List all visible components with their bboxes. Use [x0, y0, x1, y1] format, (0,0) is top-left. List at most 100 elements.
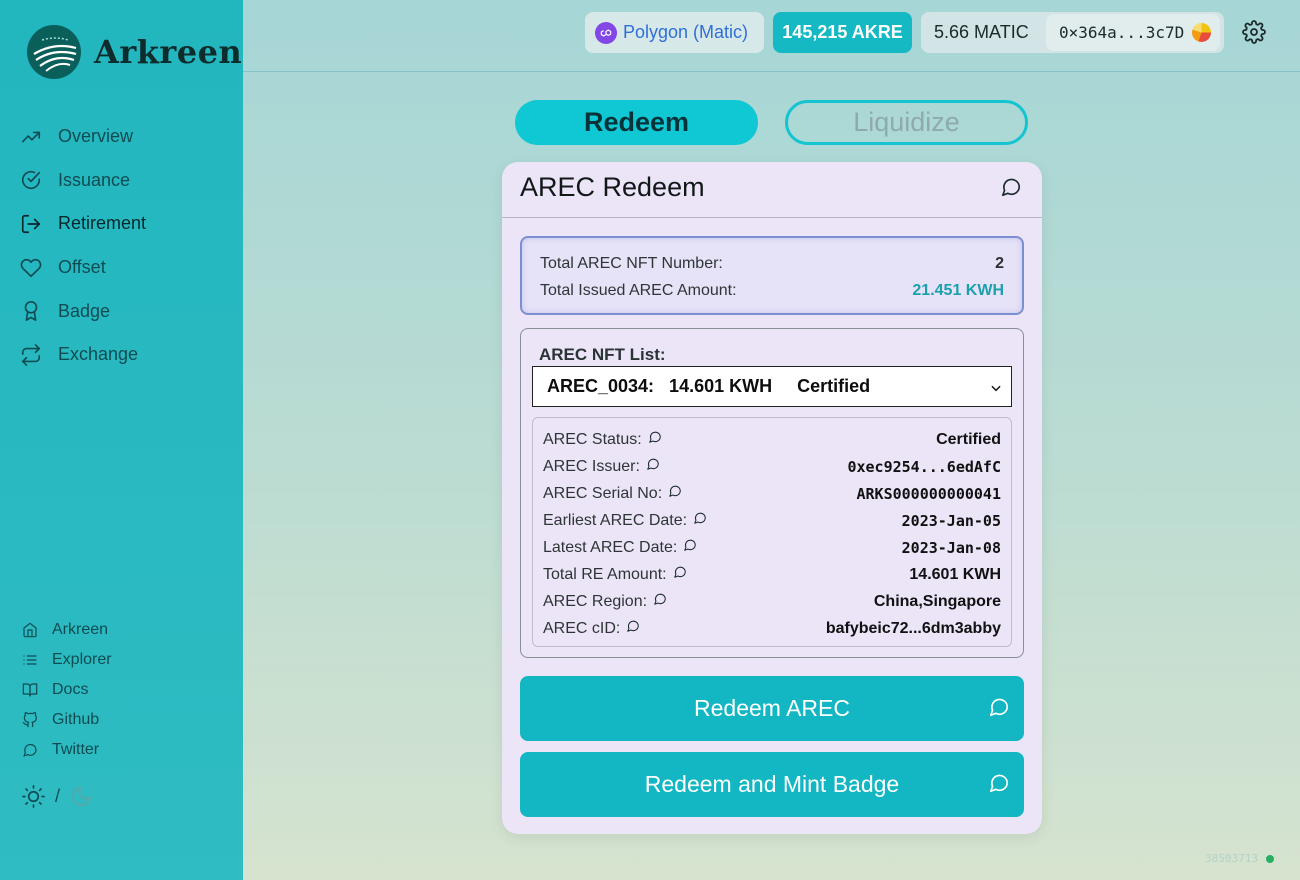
sidebar-item-label: Issuance: [58, 169, 131, 190]
arkreen-logo-icon: [27, 25, 81, 79]
arec-redeem-card: AREC Redeem Total AREC NFT Number: 2 Tot…: [502, 162, 1042, 834]
detail-value: Certified: [936, 430, 1001, 448]
check-circle-icon: [21, 171, 41, 190]
sidebar-item-label: Exchange: [58, 344, 139, 365]
home-icon: [23, 622, 37, 638]
brand-logo[interactable]: Arkreen: [26, 24, 242, 80]
nft-select-value: AREC_0034: 14.601 KWH Certified: [547, 376, 871, 396]
sidebar-item-retirement[interactable]: Retirement: [20, 202, 230, 246]
info-bubble-icon[interactable]: [653, 592, 667, 611]
link-label: Docs: [52, 681, 89, 698]
wallet-status[interactable]: 5.66 MATIC 0×364a...3c7D: [921, 12, 1224, 53]
detail-row: Earliest AREC Date: 2023-Jan-05: [543, 507, 1001, 534]
help-bubble-icon[interactable]: [988, 696, 1010, 724]
sidebar-item-issuance[interactable]: Issuance: [20, 159, 230, 203]
sidebar-item-label: Overview: [58, 126, 134, 147]
trending-up-icon: [21, 131, 41, 143]
message-circle-icon: [23, 743, 37, 757]
sidebar-item-label: Retirement: [58, 213, 147, 234]
help-bubble-icon[interactable]: [1000, 176, 1022, 203]
wallet-address: 0×364a...3c7D: [1059, 23, 1185, 42]
info-bubble-icon[interactable]: [626, 619, 640, 638]
info-bubble-icon[interactable]: [646, 457, 660, 476]
detail-value: 14.601 KWH: [909, 565, 1001, 583]
award-icon: [24, 301, 38, 322]
matic-balance: 5.66 MATIC: [934, 22, 1029, 42]
link-docs[interactable]: Docs: [22, 675, 112, 705]
moon-icon[interactable]: [70, 785, 93, 808]
summary-value: 21.451 KWH: [912, 281, 1004, 299]
sidebar-item-overview[interactable]: Overview: [20, 115, 230, 159]
wallet-address-button[interactable]: 0×364a...3c7D: [1046, 14, 1220, 51]
akre-balance-button[interactable]: 145,215 AKRE: [773, 12, 912, 53]
link-explorer[interactable]: Explorer: [22, 645, 112, 675]
polygon-icon: [595, 21, 617, 44]
avatar: [1192, 23, 1212, 42]
log-out-icon: [21, 214, 41, 234]
summary-value: 2: [995, 254, 1004, 272]
gear-icon: [1242, 20, 1266, 44]
detail-row: AREC Status: Certified: [543, 426, 1001, 453]
repeat-icon: [21, 343, 41, 366]
detail-label: AREC Issuer:: [543, 457, 660, 476]
list-icon: [23, 655, 37, 665]
block-number: 38503713: [1205, 852, 1258, 865]
sidebar-item-label: Badge: [58, 300, 111, 321]
detail-label: AREC cID:: [543, 619, 640, 638]
sidebar-item-label: Offset: [58, 257, 106, 278]
sun-icon[interactable]: [22, 785, 45, 808]
block-number-indicator[interactable]: 38503713: [1205, 852, 1274, 865]
brand-name: Arkreen: [94, 33, 243, 71]
theme-switch: /: [22, 785, 93, 808]
tab-liquidize[interactable]: Liquidize: [785, 100, 1028, 145]
detail-value: ARKS000000000041: [856, 484, 1002, 503]
top-header: Polygon (Matic) 145,215 AKRE 5.66 MATIC …: [243, 0, 1300, 72]
summary-label: Total AREC NFT Number:: [540, 254, 723, 272]
book-icon: [22, 683, 38, 697]
nft-list-label: AREC NFT List:: [539, 345, 666, 364]
summary-label: Total Issued AREC Amount:: [540, 281, 737, 299]
info-bubble-icon[interactable]: [693, 511, 707, 530]
nft-select[interactable]: AREC_0034: 14.601 KWH Certified: [532, 366, 1012, 407]
detail-value: 2023-Jan-08: [901, 538, 1001, 557]
settings-button[interactable]: [1242, 20, 1266, 44]
sidebar-nav: Overview Issuance Retirement Offset Badg…: [20, 115, 230, 377]
detail-value: 2023-Jan-05: [901, 511, 1001, 530]
link-twitter[interactable]: Twitter: [22, 735, 112, 765]
info-bubble-icon[interactable]: [648, 430, 662, 449]
sidebar-item-exchange[interactable]: Exchange: [20, 333, 230, 377]
arec-details: AREC Status: Certified AREC Issuer: 0xec…: [532, 417, 1012, 647]
redeem-mint-badge-button[interactable]: Redeem and Mint Badge: [520, 752, 1024, 817]
info-bubble-icon[interactable]: [668, 484, 682, 503]
detail-row: AREC cID: bafybeic72...6dm3abby: [543, 615, 1001, 642]
detail-value: China,Singapore: [873, 592, 1001, 610]
detail-value: bafybeic72...6dm3abby: [825, 619, 1001, 637]
link-arkreen[interactable]: Arkreen: [22, 615, 112, 645]
link-label: Github: [52, 711, 100, 728]
chevron-down-icon: [989, 379, 1003, 393]
info-bubble-icon[interactable]: [683, 538, 697, 557]
redeem-arec-label: Redeem AREC: [694, 695, 850, 721]
arec-summary-box: Total AREC NFT Number: 2 Total Issued AR…: [520, 236, 1024, 315]
link-label: Arkreen: [52, 621, 109, 638]
help-bubble-icon[interactable]: [988, 772, 1010, 800]
redeem-arec-button[interactable]: Redeem AREC: [520, 676, 1024, 741]
sidebar-item-badge[interactable]: Badge: [20, 289, 230, 333]
external-links: Arkreen Explorer Docs Github Twitter: [22, 615, 112, 765]
info-bubble-icon[interactable]: [673, 565, 687, 584]
card-title: AREC Redeem: [520, 172, 705, 202]
detail-value: 0xec9254...6edAfC: [847, 457, 1001, 476]
tab-redeem[interactable]: Redeem: [515, 100, 758, 145]
network-selector-button[interactable]: Polygon (Matic): [585, 12, 764, 53]
redeem-mint-label: Redeem and Mint Badge: [644, 771, 900, 797]
link-label: Explorer: [52, 651, 112, 668]
detail-row: AREC Region: China,Singapore: [543, 588, 1001, 615]
card-header: AREC Redeem: [502, 162, 1042, 218]
theme-separator: /: [55, 786, 61, 806]
detail-label: Latest AREC Date:: [543, 538, 697, 557]
link-label: Twitter: [52, 741, 100, 758]
sidebar-item-offset[interactable]: Offset: [20, 246, 230, 290]
detail-label: AREC Serial No:: [543, 484, 682, 503]
detail-label: Total RE Amount:: [543, 565, 687, 584]
link-github[interactable]: Github: [22, 705, 112, 735]
